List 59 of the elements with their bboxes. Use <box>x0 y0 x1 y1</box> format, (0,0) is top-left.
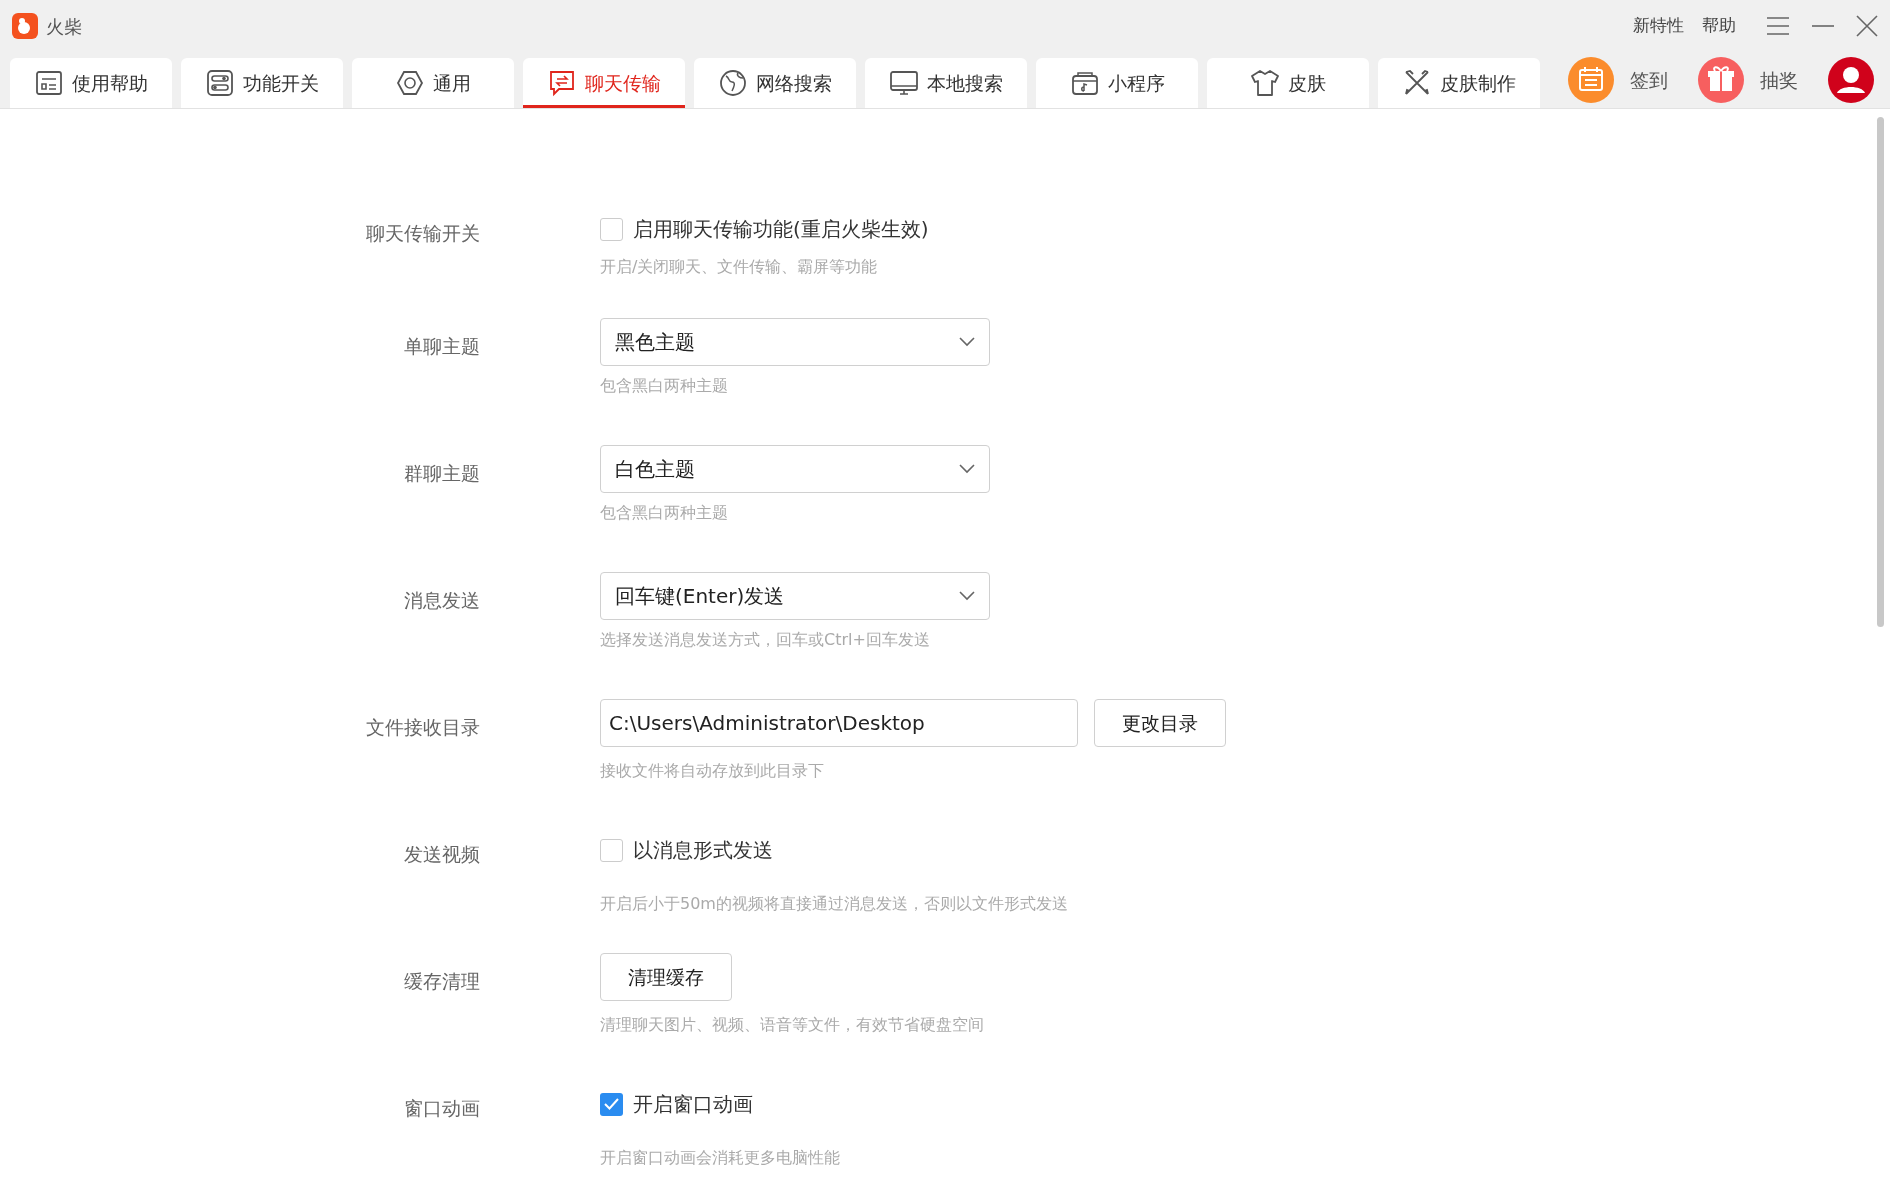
action-button[interactable]: 抽奖 <box>1698 57 1798 103</box>
hint-text: 清理聊天图片、视频、语音等文件，有效节省硬盘空间 <box>600 1014 984 1036</box>
setting-label: 文件接收目录 <box>365 715 480 740</box>
checkmark-icon <box>604 1098 619 1110</box>
hint-text: 开启/关闭聊天、文件传输、霸屏等功能 <box>600 256 879 278</box>
top-link[interactable]: 新特性 <box>1633 13 1684 39</box>
tab[interactable]: 皮肤制作 <box>1378 58 1540 108</box>
tab-icon <box>889 68 919 98</box>
checkbox[interactable] <box>600 838 623 862</box>
hint-text: 开启窗口动画会消耗更多电脑性能 <box>600 1147 840 1169</box>
hint-text: 包含黑白两种主题 <box>600 502 729 524</box>
tab-icon <box>205 68 235 98</box>
clear-cache-button[interactable]: 清理缓存 <box>600 953 732 1001</box>
change-directory-button[interactable]: 更改目录 <box>1094 699 1226 747</box>
checkbox[interactable] <box>600 1092 623 1116</box>
chevron-down-icon <box>959 464 975 474</box>
hint-text: 开启后小于50m的视频将直接通过消息发送，否则以文件形式发送 <box>600 893 1068 915</box>
tab[interactable]: 本地搜索 <box>865 58 1027 108</box>
menu-icon[interactable] <box>1766 16 1790 36</box>
checkbox-label: 以消息形式发送 <box>633 837 773 864</box>
dropdown[interactable]: 回车键(Enter)发送 <box>600 572 990 620</box>
checkbox[interactable] <box>600 217 623 241</box>
tab[interactable]: 聊天传输 <box>523 58 685 108</box>
path-input-field[interactable]: C:\Users\Administrator\Desktop <box>600 699 1078 747</box>
dropdown[interactable]: 黑色主题 <box>600 318 990 366</box>
setting-label: 消息发送 <box>403 588 480 613</box>
setting-label: 发送视频 <box>403 842 480 867</box>
setting-label: 单聊主题 <box>403 334 480 359</box>
tab[interactable]: 使用帮助 <box>10 58 172 108</box>
hint-text: 包含黑白两种主题 <box>600 375 729 397</box>
tab-icon <box>547 68 577 98</box>
app-logo-icon <box>12 13 38 39</box>
tab-icon <box>718 68 748 98</box>
hint-text: 选择发送消息发送方式，回车或Ctrl+回车发送 <box>600 629 931 651</box>
setting-label: 窗口动画 <box>403 1096 480 1121</box>
tab-icon <box>395 68 425 98</box>
scrollbar[interactable] <box>1877 117 1884 627</box>
dropdown[interactable]: 白色主题 <box>600 445 990 493</box>
minimize-icon[interactable] <box>1812 24 1834 28</box>
setting-label: 聊天传输开关 <box>365 221 480 246</box>
action-button[interactable]: 签到 <box>1568 57 1668 103</box>
checkbox-label: 开启窗口动画 <box>633 1091 753 1118</box>
tab-icon <box>34 68 64 98</box>
tab[interactable]: 网络搜索 <box>694 58 856 108</box>
hint-text: 接收文件将自动存放到此目录下 <box>600 760 825 782</box>
tab[interactable]: 功能开关 <box>181 58 343 108</box>
setting-label: 缓存清理 <box>403 969 480 994</box>
checkbox-label: 启用聊天传输功能(重启火柴生效) <box>633 216 929 243</box>
tab[interactable]: 小程序 <box>1036 58 1198 108</box>
chevron-down-icon <box>959 337 975 347</box>
tab-icon <box>1250 68 1280 98</box>
chevron-down-icon <box>959 591 975 601</box>
window-title: 火柴 <box>46 14 82 39</box>
avatar-icon[interactable] <box>1828 57 1874 103</box>
tab[interactable]: 通用 <box>352 58 514 108</box>
setting-label: 群聊主题 <box>403 461 480 486</box>
close-icon[interactable] <box>1856 15 1878 37</box>
top-link[interactable]: 帮助 <box>1702 13 1736 39</box>
tab[interactable]: 皮肤 <box>1207 58 1369 108</box>
